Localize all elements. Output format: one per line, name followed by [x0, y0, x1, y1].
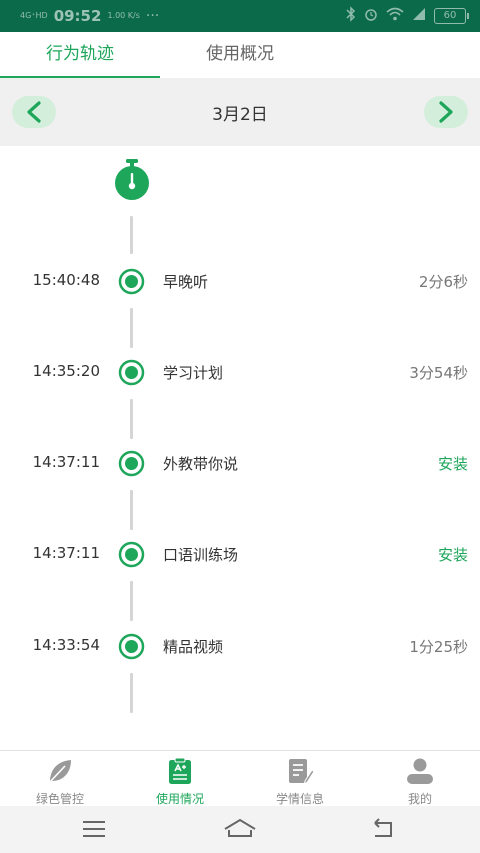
- timeline-dot-icon: [118, 450, 145, 477]
- timeline-connector: [130, 399, 133, 439]
- timeline-connector: [130, 216, 133, 254]
- timeline-connector: [130, 581, 133, 621]
- alarm-icon: [364, 7, 378, 25]
- wifi-icon: [386, 7, 404, 25]
- more-notifications-icon: ···: [145, 8, 160, 24]
- nav-green-control[interactable]: 绿色管控: [0, 751, 120, 807]
- bottom-navigation: 绿色管控 使用情况 学情信息 我的: [0, 750, 480, 806]
- timeline-connector: [130, 308, 133, 348]
- entry-time: 14:35:20: [32, 362, 100, 380]
- nav-me[interactable]: 我的: [360, 751, 480, 807]
- menu-icon[interactable]: [74, 816, 114, 842]
- entry-app-name: 早晚听: [163, 273, 209, 291]
- person-icon: [407, 758, 433, 784]
- entry-time: 14:37:11: [32, 544, 100, 562]
- entry-time: 14:33:54: [32, 636, 100, 654]
- entry-app-name: 精品视频: [163, 638, 224, 656]
- status-bar: 4G⁺HD 09:52 1.00 K/s ··· 60: [0, 0, 480, 32]
- nav-label: 我的: [407, 792, 432, 806]
- battery-icon: 60: [434, 8, 469, 24]
- home-icon[interactable]: [220, 816, 260, 842]
- entry-time: 14:37:11: [32, 453, 100, 471]
- timeline-dot-icon: [118, 633, 145, 660]
- network-speed: 1.00 K/s: [107, 11, 140, 20]
- entry-time: 15:40:48: [32, 271, 100, 289]
- next-day-button[interactable]: [424, 96, 468, 128]
- leaf-icon: [48, 760, 71, 784]
- tab-usage-overview[interactable]: 使用概况: [160, 32, 320, 78]
- timeline-entry[interactable]: 14:37:11 外教带你说 安装: [0, 448, 480, 478]
- network-indicator: 4G⁺HD: [20, 11, 48, 20]
- timeline-dot-icon: [118, 268, 145, 295]
- nav-label: 学情信息: [275, 792, 324, 806]
- entry-app-name: 学习计划: [163, 364, 224, 382]
- nav-label: 使用情况: [155, 792, 204, 806]
- timeline-entry[interactable]: 14:35:20 学习计划 3分54秒: [0, 357, 480, 387]
- entry-duration: 3分54秒: [409, 364, 468, 382]
- signal-icon: [412, 7, 426, 25]
- tab-bar: 行为轨迹 使用概况: [0, 32, 480, 78]
- timeline-dot-icon: [118, 359, 145, 386]
- tab-behavior-track[interactable]: 行为轨迹: [0, 32, 160, 78]
- entry-duration: 1分25秒: [409, 638, 468, 656]
- clipboard-icon: [169, 757, 191, 784]
- bluetooth-icon: [346, 6, 356, 26]
- document-edit-icon: [289, 759, 314, 785]
- timeline-entry[interactable]: 14:33:54 精品视频 1分25秒: [0, 631, 480, 661]
- timeline-entry[interactable]: 15:40:48 早晚听 2分6秒: [0, 266, 480, 296]
- entry-install-status: 安装: [437, 546, 468, 564]
- date-bar: 3月2日: [0, 78, 480, 146]
- nav-learning-info[interactable]: 学情信息: [240, 751, 360, 807]
- chevron-right-icon: [439, 101, 453, 123]
- current-date: 3月2日: [212, 105, 268, 125]
- system-navigation-bar: [0, 806, 480, 853]
- timeline: 15:40:48 早晚听 2分6秒 14:35:20 学习计划 3分54秒 14…: [0, 146, 480, 750]
- entry-app-name: 口语训练场: [163, 546, 239, 564]
- timeline-connector: [130, 673, 133, 713]
- entry-duration: 2分6秒: [418, 273, 468, 291]
- timeline-connector: [130, 490, 133, 530]
- timeline-entry[interactable]: 14:37:11 口语训练场 安装: [0, 539, 480, 569]
- entry-app-name: 外教带你说: [163, 455, 239, 473]
- nav-usage[interactable]: 使用情况: [120, 751, 240, 807]
- timeline-dot-icon: [118, 541, 145, 568]
- status-time: 09:52: [53, 7, 102, 25]
- entry-install-status: 安装: [437, 455, 468, 473]
- back-icon[interactable]: [366, 816, 406, 842]
- nav-label: 绿色管控: [35, 792, 84, 806]
- stopwatch-icon: [115, 159, 149, 200]
